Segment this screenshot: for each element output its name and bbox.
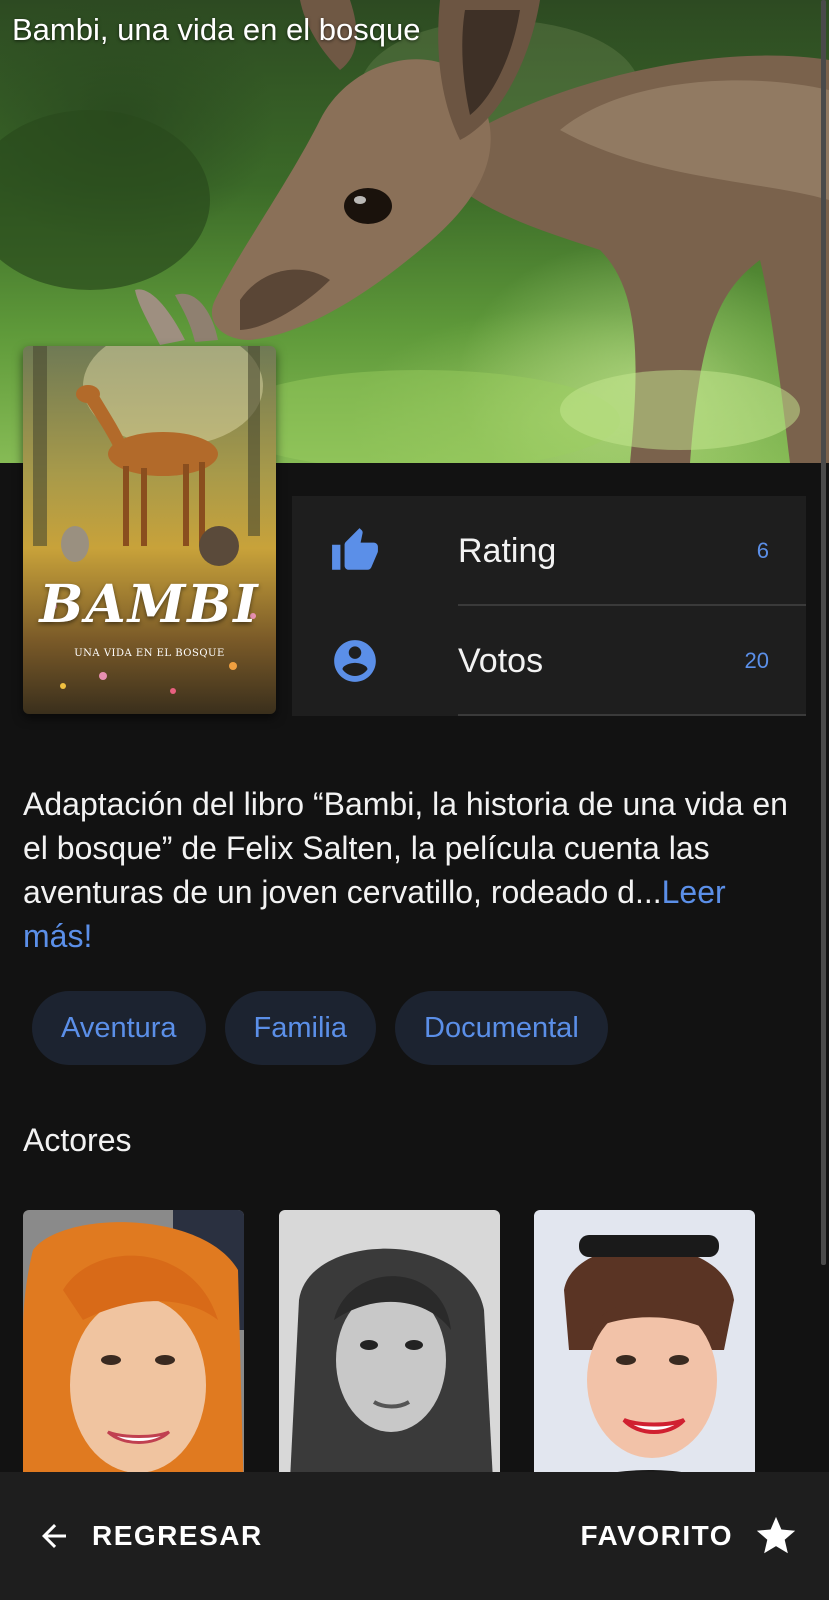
actor-photo: [279, 1210, 500, 1500]
votes-value: 20: [744, 648, 769, 673]
poster-tagline: UNA VIDA EN EL BOSQUE: [74, 648, 225, 659]
genre-chips: Aventura Familia Documental: [32, 991, 608, 1065]
bottom-action-bar: REGRESAR FAVORITO: [0, 1472, 829, 1600]
movie-poster: BAMBI UNA VIDA EN EL BOSQUE: [23, 346, 276, 714]
votes-row: Votos 20: [292, 606, 806, 716]
rating-label: Rating: [458, 532, 557, 570]
back-label: REGRESAR: [92, 1520, 263, 1551]
genre-chip[interactable]: Documental: [395, 991, 608, 1065]
account-circle-icon: [334, 640, 376, 682]
favorite-label: FAVORITO: [580, 1520, 733, 1551]
movie-description: Adaptación del libro “Bambi, la historia…: [23, 782, 803, 958]
stats-card: Rating 6 Votos 20: [292, 496, 806, 716]
actor-card[interactable]: [534, 1210, 755, 1500]
divider: [458, 714, 806, 716]
actor-card[interactable]: [279, 1210, 500, 1500]
actors-section-title: Actores: [23, 1122, 132, 1158]
votes-label: Votos: [458, 642, 544, 680]
thumbs-up-icon: [332, 528, 378, 570]
poster-logo: BAMBI: [39, 574, 260, 635]
scrollbar[interactable]: [821, 0, 826, 1265]
genre-chip[interactable]: Familia: [224, 991, 377, 1065]
actor-photo: [23, 1210, 244, 1500]
page-title: Bambi, una vida en el bosque: [12, 12, 421, 47]
star-icon: [756, 1516, 796, 1554]
arrow-left-icon: [42, 1524, 66, 1548]
genre-chip[interactable]: Aventura: [32, 991, 206, 1065]
rating-value: 6: [756, 538, 769, 563]
actor-card[interactable]: [23, 1210, 244, 1500]
rating-row: Rating 6: [292, 496, 806, 606]
back-button[interactable]: REGRESAR: [36, 1508, 263, 1564]
favorite-button[interactable]: FAVORITO: [580, 1508, 799, 1564]
actor-photo: [534, 1210, 755, 1500]
